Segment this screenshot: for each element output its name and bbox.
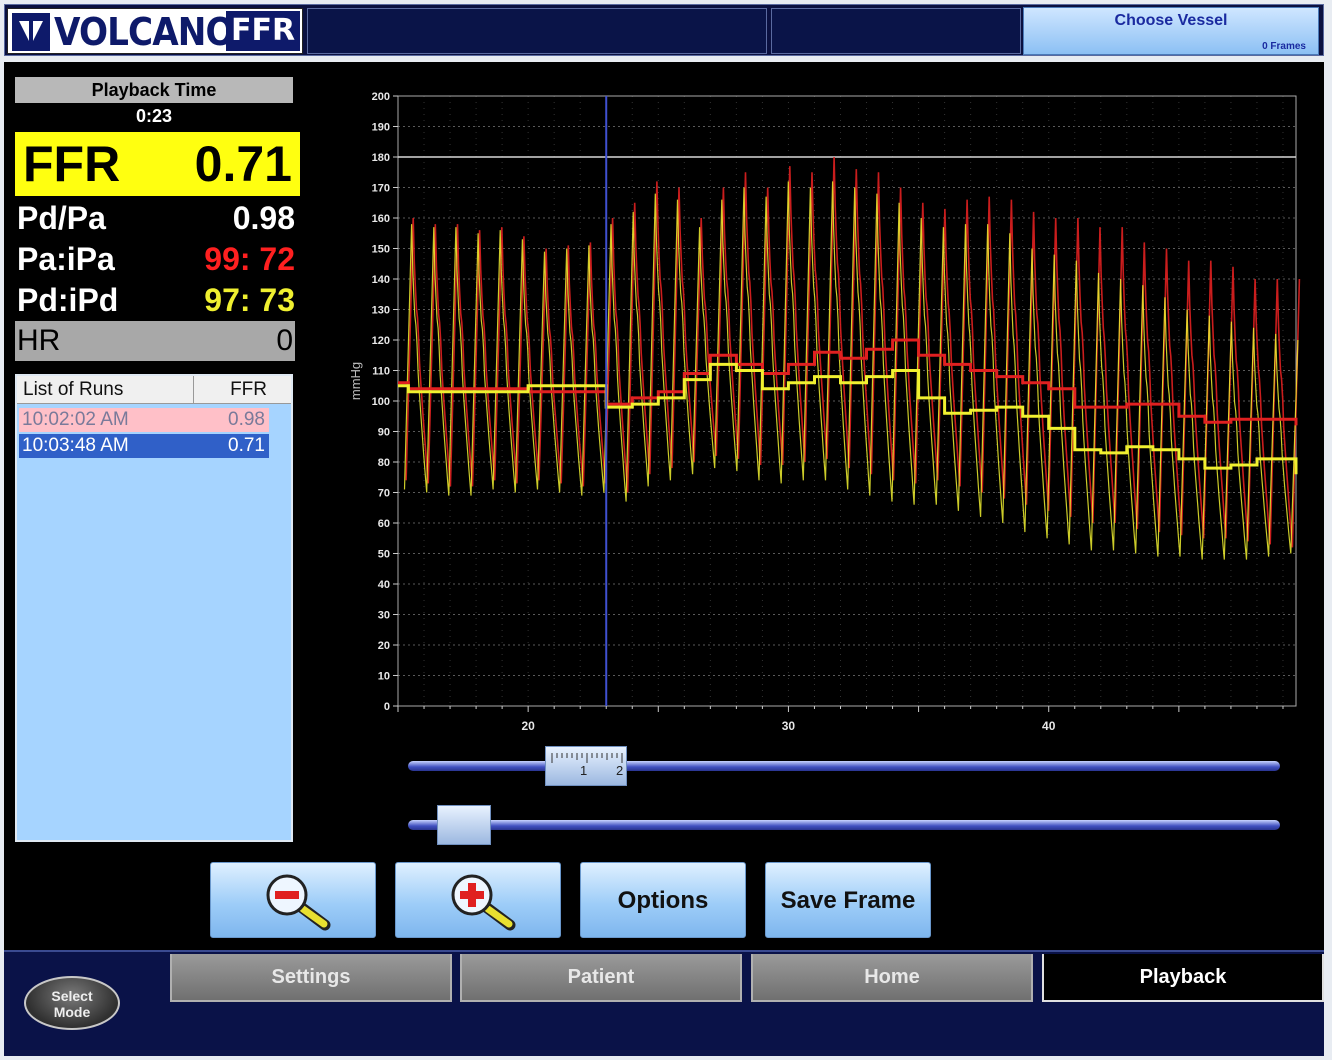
run-ffr: 0.98 bbox=[228, 409, 265, 430]
x-tick-label: 40 bbox=[1042, 719, 1056, 730]
pdipd-value: 97: 73 bbox=[204, 282, 295, 318]
ruler-slider-track[interactable] bbox=[408, 761, 1280, 771]
zoom-in-button[interactable] bbox=[395, 862, 561, 938]
playback-time-value: 0:23 bbox=[135, 106, 173, 126]
pdipd-readout: Pd:iPd 97: 73 bbox=[15, 280, 295, 320]
y-tick-label: 140 bbox=[372, 274, 390, 286]
header-bar: VOLCANO FFR Choose Vessel 0 Frames bbox=[4, 4, 1324, 56]
run-row-1[interactable]: 10:02:02 AM 0.98 bbox=[19, 408, 269, 432]
ruler-tick-2: 2 bbox=[616, 763, 623, 778]
y-tick-label: 180 bbox=[372, 152, 390, 164]
frames-count: 0 Frames bbox=[1262, 41, 1306, 52]
x-tick-label: 20 bbox=[521, 719, 535, 730]
y-tick-label: 120 bbox=[372, 335, 390, 347]
y-tick-label: 40 bbox=[378, 579, 390, 591]
paipa-readout: Pa:iPa 99: 72 bbox=[15, 239, 295, 279]
y-tick-label: 150 bbox=[372, 244, 390, 256]
run-ffr: 0.71 bbox=[228, 435, 265, 456]
header-panel-2 bbox=[771, 8, 1021, 54]
tab-patient[interactable]: Patient bbox=[460, 954, 742, 1002]
volcano-logo-icon bbox=[12, 13, 50, 51]
y-tick-label: 50 bbox=[378, 549, 390, 561]
choose-vessel-label: Choose Vessel bbox=[1114, 12, 1228, 29]
y-tick-label: 110 bbox=[372, 366, 390, 378]
options-button[interactable]: Options bbox=[580, 862, 746, 938]
logo-ffr: FFR bbox=[226, 11, 300, 51]
y-tick-label: 30 bbox=[378, 610, 390, 622]
tab-playback[interactable]: Playback bbox=[1042, 954, 1324, 1002]
y-tick-label: 20 bbox=[378, 640, 390, 652]
select-mode-label: Select Mode bbox=[51, 988, 93, 1020]
scroll-slider-track[interactable] bbox=[408, 820, 1280, 830]
paipa-value: 99: 72 bbox=[204, 241, 295, 277]
zoom-out-icon bbox=[266, 874, 331, 931]
playback-time-label: Playback Time bbox=[15, 77, 293, 103]
y-tick-label: 200 bbox=[372, 91, 390, 103]
y-tick-label: 100 bbox=[372, 396, 390, 408]
runs-list[interactable]: List of Runs FFR 10:02:02 AM 0.98 10:03:… bbox=[15, 374, 293, 842]
main-area: Playback Time 0:23 FFR 0.71 Pd/Pa 0.98 P… bbox=[4, 62, 1324, 950]
choose-vessel-button[interactable]: Choose Vessel 0 Frames bbox=[1023, 7, 1319, 55]
run-time: 10:03:48 AM bbox=[22, 435, 129, 456]
y-axis-label: mmHg bbox=[348, 362, 363, 400]
logo-text: VOLCANO bbox=[54, 10, 235, 54]
pdpa-value: 0.98 bbox=[232, 200, 295, 236]
ruler-icon: 1 2 bbox=[551, 753, 623, 778]
y-tick-label: 90 bbox=[378, 427, 390, 439]
run-time: 10:02:02 AM bbox=[22, 409, 129, 430]
tab-home[interactable]: Home bbox=[751, 954, 1033, 1002]
ffr-readout: FFR 0.71 bbox=[15, 132, 300, 196]
select-mode-button[interactable]: Select Mode bbox=[24, 976, 120, 1030]
zoom-in-icon bbox=[451, 874, 516, 931]
pressure-chart[interactable]: 0 10 20 30 40 50 60 70 80 90 100 110 120 130 140 150 160… bbox=[334, 80, 1314, 730]
runs-list-header: List of Runs FFR bbox=[17, 376, 291, 404]
volcano-logo: VOLCANO FFR bbox=[7, 8, 303, 54]
y-tick-label: 0 bbox=[384, 701, 390, 713]
y-tick-label: 80 bbox=[378, 457, 390, 469]
scroll-slider-thumb[interactable] bbox=[436, 805, 491, 845]
hr-label: HR bbox=[17, 324, 61, 357]
y-tick-label: 160 bbox=[372, 213, 390, 225]
zoom-out-button[interactable] bbox=[210, 862, 376, 938]
pa-waveform bbox=[405, 156, 1301, 548]
y-tick-label: 70 bbox=[378, 488, 390, 500]
save-frame-button[interactable]: Save Frame bbox=[765, 862, 931, 938]
run-row-2[interactable]: 10:03:48 AM 0.71 bbox=[19, 434, 269, 458]
ruler-slider-thumb[interactable]: 1 2 bbox=[544, 746, 627, 786]
pdpa-label: Pd/Pa bbox=[17, 200, 106, 236]
y-tick-label: 60 bbox=[378, 518, 390, 530]
ruler-tick-1: 1 bbox=[580, 763, 587, 778]
tab-settings[interactable]: Settings bbox=[170, 954, 452, 1002]
y-tick-label: 130 bbox=[372, 305, 390, 317]
ffr-value: 0.71 bbox=[194, 136, 292, 192]
footer-bar: Select Mode Settings Patient Home Playba… bbox=[4, 950, 1324, 1056]
pdpa-readout: Pd/Pa 0.98 bbox=[15, 198, 295, 238]
runs-col-time[interactable]: List of Runs bbox=[23, 376, 123, 404]
y-tick-label: 10 bbox=[378, 671, 390, 683]
y-tick-label: 190 bbox=[372, 122, 390, 134]
hr-readout: HR 0 bbox=[15, 321, 295, 361]
x-tick-label: 30 bbox=[782, 719, 796, 730]
y-tick-label: 170 bbox=[372, 183, 390, 195]
pdipd-label: Pd:iPd bbox=[17, 282, 119, 318]
ffr-label: FFR bbox=[23, 136, 121, 192]
hr-value: 0 bbox=[276, 324, 293, 357]
runs-col-ffr[interactable]: FFR bbox=[193, 376, 271, 404]
header-panel-1 bbox=[307, 8, 767, 54]
paipa-label: Pa:iPa bbox=[17, 241, 115, 277]
